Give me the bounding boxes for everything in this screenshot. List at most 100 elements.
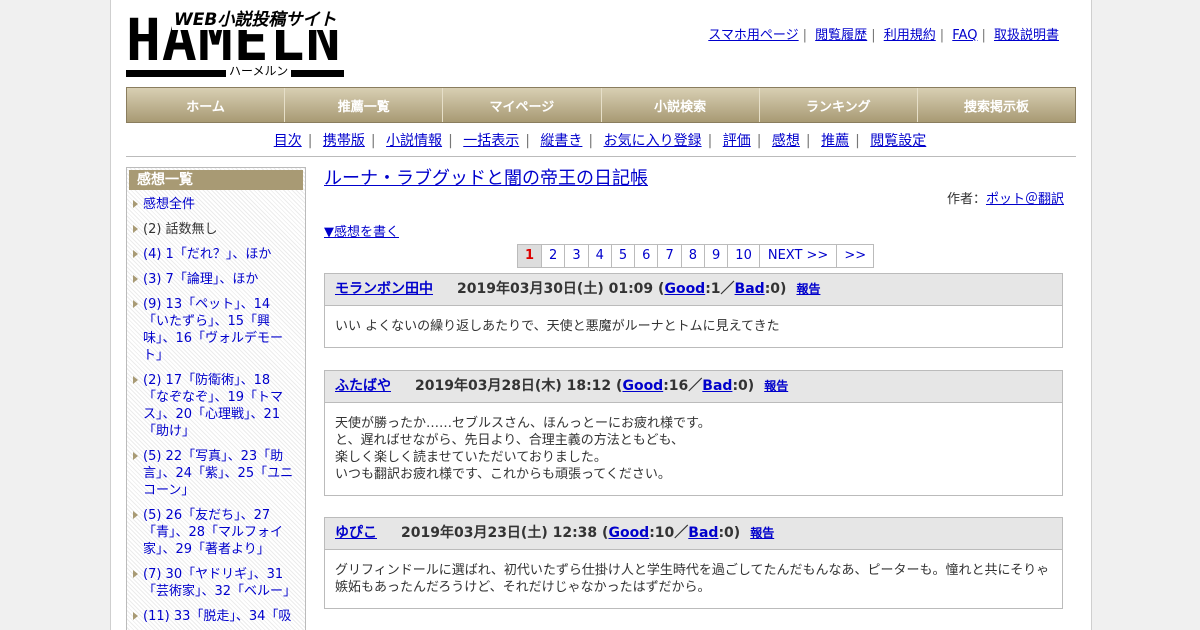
nav-recommend-list[interactable]: 推薦一覧	[285, 88, 444, 122]
author-line: 作者：ポット＠翻訳	[324, 191, 1064, 209]
site-logo[interactable]: HAMELN WEB小説投稿サイト ハーメルン	[126, 10, 346, 80]
reviewer-name-link[interactable]: ふたばや	[335, 378, 391, 394]
sidebar-item[interactable]: 感想全件	[127, 196, 305, 213]
divider: |	[588, 133, 594, 149]
sidebar-item-label[interactable]: (4) 1「だれ？」、ほか	[143, 247, 271, 262]
sidebar-item-label[interactable]: (3) 7「論理」、ほか	[143, 272, 258, 287]
sidebar-item-label[interactable]: (2) 17「防衛術」、18「なぞなぞ」、19「トマス」、20「心理戦」、21「…	[143, 373, 283, 439]
good-count: :1／	[705, 281, 735, 297]
good-count: :10／	[649, 525, 689, 541]
page-link[interactable]: 10	[728, 244, 760, 268]
page-link[interactable]: 9	[705, 244, 729, 268]
divider: |	[370, 133, 376, 149]
nav-ranking[interactable]: ランキング	[760, 88, 918, 122]
review-body: 天使が勝ったか……セブルスさん、ほんっとーにお疲れ様です。 と、遅ればせながら、…	[335, 416, 711, 482]
divider: |	[805, 133, 811, 149]
terms-link[interactable]: 利用規約	[884, 28, 936, 43]
page-link[interactable]: 6	[635, 244, 659, 268]
sidebar-item-label[interactable]: (5) 22「写真」、23「助言」、24「紫」、25「ユニコーン」	[143, 449, 293, 498]
good-link[interactable]: Good	[622, 378, 663, 394]
sidebar-heading: 感想一覧	[129, 170, 303, 190]
page-link[interactable]: 2	[542, 244, 566, 268]
subnav-mobile[interactable]: 携帯版	[323, 133, 365, 149]
sidebar-item[interactable]: (4) 1「だれ？」、ほか	[127, 246, 305, 263]
write-review-link[interactable]: ▼感想を書く	[324, 225, 399, 240]
sidebar-item-label[interactable]: 感想全件	[143, 197, 195, 212]
triangle-bullet-icon	[133, 300, 138, 308]
global-nav: ホーム 推薦一覧 マイページ 小説検索 ランキング 捜索掲示板	[126, 87, 1076, 123]
faq-link[interactable]: FAQ	[952, 28, 977, 43]
good-link[interactable]: Good	[664, 281, 705, 297]
report-link[interactable]: 報告	[796, 282, 820, 296]
divider: |	[707, 133, 713, 149]
main-content: ルーナ・ラブグッドと闇の帝王の日記帳 作者：ポット＠翻訳 ▼感想を書く 1 2 …	[324, 167, 1064, 609]
next-page-link[interactable]: NEXT >>	[759, 244, 838, 268]
divider: |	[981, 28, 986, 43]
sidebar-item[interactable]: (11) 33「脱走」、34「吸	[127, 608, 305, 625]
subnav-toc[interactable]: 目次	[274, 133, 302, 149]
manual-link[interactable]: 取扱説明書	[994, 28, 1059, 43]
report-link[interactable]: 報告	[750, 526, 774, 540]
last-page-link[interactable]: >>	[837, 244, 875, 268]
triangle-bullet-icon	[133, 570, 138, 578]
page-link[interactable]: 7	[658, 244, 682, 268]
nav-search-board[interactable]: 捜索掲示板	[918, 88, 1075, 122]
sidebar-item-label[interactable]: (5) 26「友だち」、27「青」、28「マルフォイ家」、29「著者より」	[143, 508, 283, 557]
page-link[interactable]: 3	[565, 244, 589, 268]
subnav-reviews[interactable]: 感想	[772, 133, 800, 149]
page-link[interactable]: 8	[681, 244, 706, 268]
review-date: 2019年03月28日(木) 18:12	[415, 378, 612, 394]
reviewer-name-link[interactable]: ゆぴこ	[335, 525, 377, 541]
triangle-bullet-icon	[133, 200, 138, 208]
page-link[interactable]: 5	[611, 244, 636, 268]
divider: |	[307, 133, 313, 149]
sidebar-item[interactable]: (3) 7「論理」、ほか	[127, 271, 305, 288]
triangle-bullet-icon	[133, 225, 138, 233]
triangle-bullet-icon	[133, 612, 138, 620]
subnav-favorite[interactable]: お気に入り登録	[604, 133, 702, 149]
smartphone-page-link[interactable]: スマホ用ページ	[708, 28, 798, 43]
review-body: グリフィンドールに選ばれ、初代いたずら仕掛け人と学生時代を過ごしてたんだもんなあ…	[335, 563, 1050, 595]
divider: |	[855, 133, 860, 149]
sidebar-item[interactable]: (5) 22「写真」、23「助言」、24「紫」、25「ユニコーン」	[127, 448, 305, 499]
sidebar-item-label: (2) 話数無し	[143, 222, 218, 237]
reviewer-name-link[interactable]: モランボン田中	[335, 281, 433, 297]
review-card: ゆぴこ 2019年03月23日(土) 12:38 (Good:10／Bad:0) 報…	[324, 517, 1063, 609]
subnav-novel-info[interactable]: 小説情報	[386, 133, 442, 149]
sidebar-item[interactable]: (7) 30「ヤドリギ」、31「芸術家」、32「ベルー」	[127, 566, 305, 600]
subnav-show-all[interactable]: 一括表示	[463, 133, 519, 149]
sidebar-item[interactable]: (9) 13「ペット」、14「いたずら」、15「興味」、16「ヴォルデモート」	[127, 296, 305, 364]
nav-novel-search[interactable]: 小説検索	[602, 88, 760, 122]
bad-link[interactable]: Bad	[735, 281, 765, 297]
review-body: いい よくないの繰り返しあたりで、天使と悪魔がルーナとトムに見えてきた	[335, 319, 780, 334]
subnav-rating[interactable]: 評価	[723, 133, 751, 149]
page-link[interactable]: 4	[588, 244, 612, 268]
bad-count: :0)	[718, 525, 741, 541]
sidebar-item-label[interactable]: (7) 30「ヤドリギ」、31「芸術家」、32「ベルー」	[143, 567, 296, 599]
sidebar-item: (2) 話数無し	[127, 221, 305, 238]
author-label: 作者：	[946, 192, 986, 207]
history-link[interactable]: 閲覧履歴	[815, 28, 867, 43]
triangle-bullet-icon	[133, 452, 138, 460]
subnav-view-settings[interactable]: 閲覧設定	[870, 133, 926, 149]
sidebar-item-label[interactable]: (9) 13「ペット」、14「いたずら」、15「興味」、16「ヴォルデモート」	[143, 297, 283, 363]
novel-title[interactable]: ルーナ・ラブグッドと闇の帝王の日記帳	[324, 167, 1064, 191]
nav-home[interactable]: ホーム	[127, 88, 286, 122]
sidebar: 感想一覧 感想全件 (2) 話数無し (4) 1「だれ？」、ほか (3) 7「論…	[126, 167, 306, 630]
sidebar-item-label[interactable]: (11) 33「脱走」、34「吸	[143, 609, 291, 624]
subnav-vertical[interactable]: 縦書き	[540, 133, 582, 149]
divider: |	[871, 28, 876, 43]
good-link[interactable]: Good	[608, 525, 649, 541]
sidebar-item[interactable]: (5) 26「友だち」、27「青」、28「マルフォイ家」、29「著者より」	[127, 507, 305, 558]
subnav-recommend[interactable]: 推薦	[821, 133, 849, 149]
nav-mypage[interactable]: マイページ	[443, 88, 602, 122]
bad-count: :0)	[732, 378, 755, 394]
sidebar-item[interactable]: (2) 17「防衛術」、18「なぞなぞ」、19「トマス」、20「心理戦」、21「…	[127, 372, 305, 440]
bad-link[interactable]: Bad	[702, 378, 732, 394]
novel-title-link[interactable]: ルーナ・ラブグッドと闇の帝王の日記帳	[324, 168, 648, 189]
author-link[interactable]: ポット＠翻訳	[986, 192, 1064, 207]
divider: |	[939, 28, 945, 43]
report-link[interactable]: 報告	[764, 379, 788, 393]
triangle-bullet-icon	[133, 511, 138, 519]
bad-link[interactable]: Bad	[688, 525, 718, 541]
